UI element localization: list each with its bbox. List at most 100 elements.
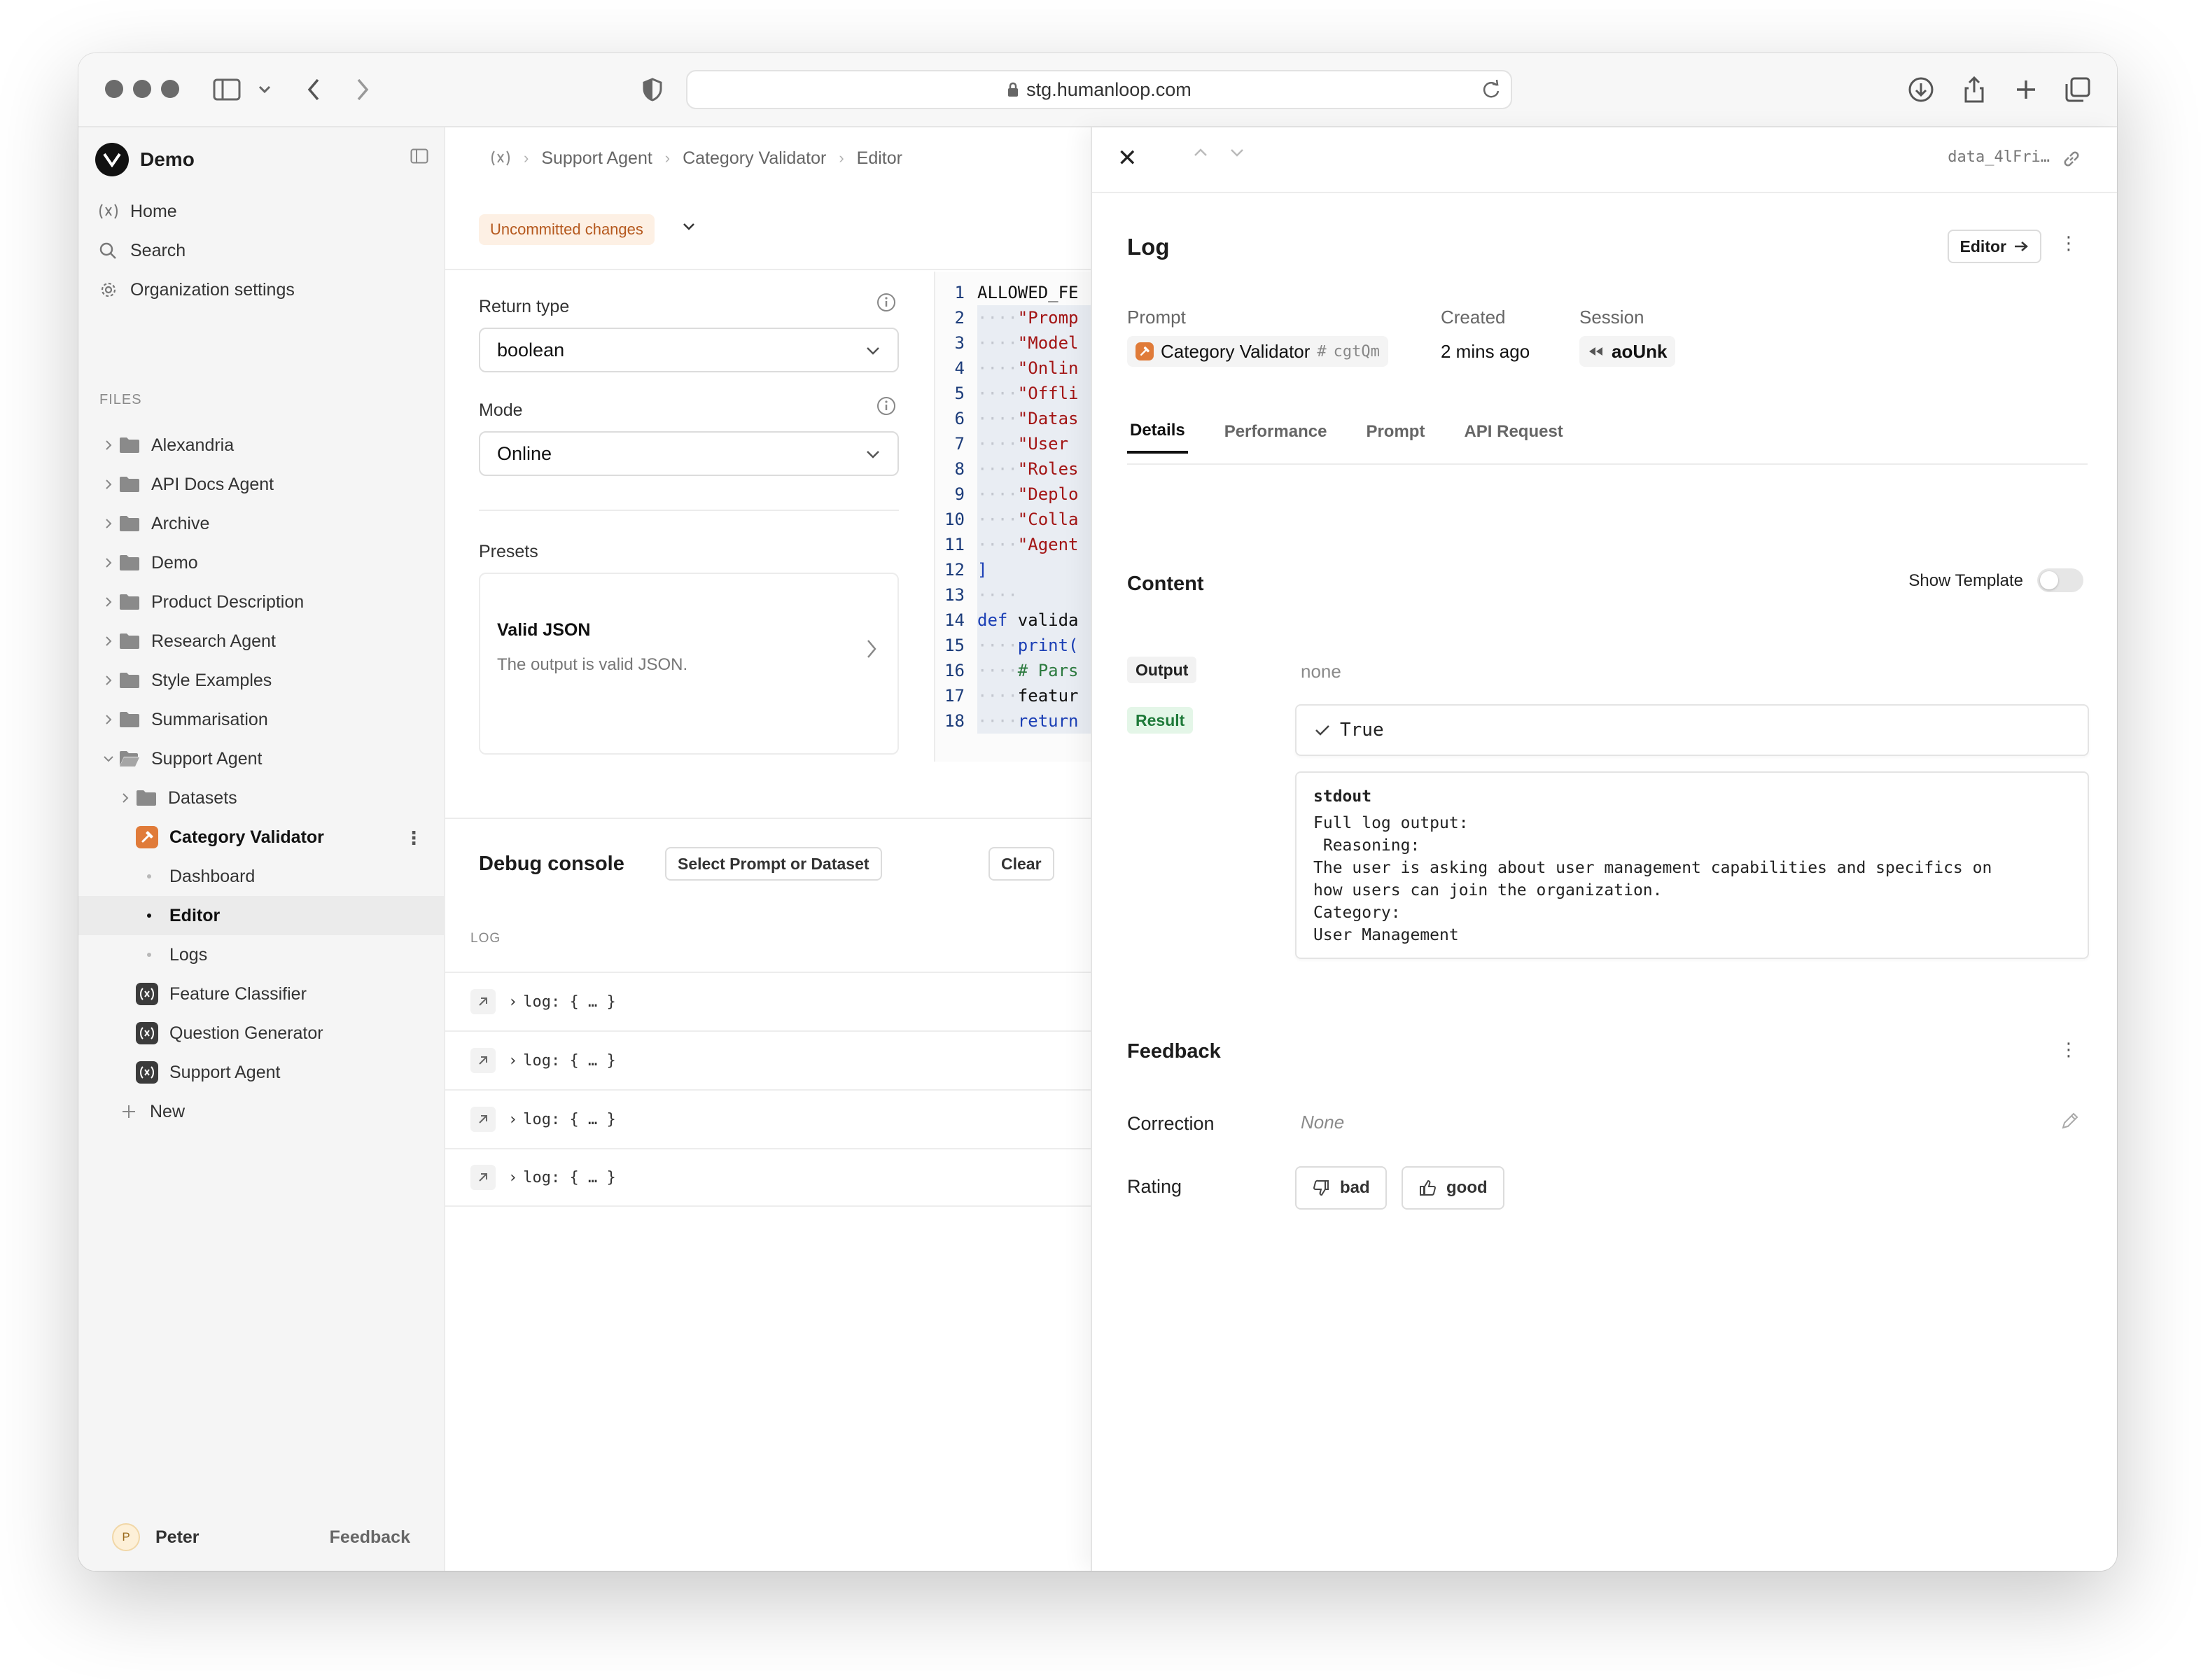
code-line[interactable]: 10 ···· "Colla xyxy=(935,507,1099,532)
tree-folder-research-agent[interactable]: Research Agent xyxy=(78,622,444,661)
uncommitted-changes-badge[interactable]: Uncommitted changes xyxy=(479,214,655,245)
chevron-right-icon[interactable] xyxy=(98,440,119,451)
tree-folder-api-docs-agent[interactable]: API Docs Agent xyxy=(78,465,444,504)
chevron-right-icon[interactable] xyxy=(98,714,119,725)
reload-icon[interactable] xyxy=(1481,78,1501,104)
feedback-link[interactable]: Feedback xyxy=(330,1527,410,1548)
chevron-right-icon[interactable]: › xyxy=(508,1111,517,1128)
address-bar[interactable]: stg.humanloop.com xyxy=(686,70,1512,109)
chevron-right-icon[interactable] xyxy=(98,518,119,529)
back-icon[interactable] xyxy=(298,74,329,105)
log-row[interactable]: › log: { … } xyxy=(445,1030,1099,1089)
tree-item-support-agent[interactable]: Support Agent xyxy=(78,1053,444,1092)
prompt-chip[interactable]: Category Validator # cgtQm xyxy=(1127,336,1388,367)
nav-search[interactable]: Search xyxy=(98,234,186,267)
expand-icon[interactable] xyxy=(470,1107,496,1132)
code-line[interactable]: 12] xyxy=(935,557,1099,582)
chevron-right-icon[interactable] xyxy=(98,636,119,647)
chevron-right-icon[interactable] xyxy=(98,675,119,686)
chevron-right-icon[interactable] xyxy=(98,479,119,490)
sidebar-toggle-icon[interactable] xyxy=(211,74,242,105)
chevron-down-icon[interactable] xyxy=(680,218,697,239)
tree-folder-archive[interactable]: Archive xyxy=(78,504,444,543)
code-line[interactable]: 14 def valida xyxy=(935,608,1099,633)
chevron-right-icon[interactable] xyxy=(115,792,136,804)
info-icon[interactable] xyxy=(876,293,896,316)
log-id[interactable]: data_4lFri… xyxy=(1948,148,2050,166)
zoom-window-button[interactable] xyxy=(161,80,179,98)
forward-icon[interactable] xyxy=(347,74,378,105)
chevron-up-icon[interactable] xyxy=(1193,147,1208,162)
chevron-right-icon[interactable]: › xyxy=(508,1052,517,1070)
chevron-right-icon[interactable] xyxy=(98,557,119,568)
code-line[interactable]: 16 ···· # Pars xyxy=(935,658,1099,683)
tree-item-logs[interactable]: Logs xyxy=(78,935,444,974)
more-vertical-icon[interactable]: ⋮ xyxy=(2060,232,2078,254)
tree-folder-summarisation[interactable]: Summarisation xyxy=(78,700,444,739)
tree-item-editor[interactable]: Editor xyxy=(78,896,444,935)
shield-icon[interactable] xyxy=(637,74,668,105)
log-row[interactable]: › log: { … } xyxy=(445,1089,1099,1148)
share-icon[interactable] xyxy=(1959,74,1990,105)
code-line[interactable]: 17 ···· featur xyxy=(935,683,1099,708)
close-window-button[interactable] xyxy=(105,80,123,98)
tab-prompt[interactable]: Prompt xyxy=(1363,410,1427,454)
chevron-down-icon[interactable] xyxy=(98,755,119,763)
avatar[interactable]: P xyxy=(112,1523,140,1551)
code-line[interactable]: 6 ···· "Datas xyxy=(935,406,1099,431)
tree-item-dashboard[interactable]: Dashboard xyxy=(78,857,444,896)
expand-icon[interactable] xyxy=(470,1048,496,1073)
tree-folder-datasets[interactable]: Datasets xyxy=(78,778,444,818)
code-line[interactable]: 1 ALLOWED_FE xyxy=(935,280,1099,305)
tree-item-category-validator[interactable]: Category Validator ⋮ xyxy=(78,818,444,857)
tree-folder-support-agent[interactable]: Support Agent xyxy=(78,739,444,778)
code-line[interactable]: 3 ···· "Model xyxy=(935,330,1099,356)
tab-api-request[interactable]: API Request xyxy=(1461,410,1565,454)
tree-item-feature-classifier[interactable]: Feature Classifier xyxy=(78,974,444,1014)
breadcrumb-editor[interactable]: Editor xyxy=(857,148,902,169)
session-chip[interactable]: aoUnk xyxy=(1579,336,1676,367)
minimize-window-button[interactable] xyxy=(133,80,151,98)
more-vertical-icon[interactable]: ⋮ xyxy=(405,827,423,849)
code-line[interactable]: 5 ···· "Offli xyxy=(935,381,1099,406)
log-row[interactable]: › log: { … } xyxy=(445,1148,1099,1207)
nav-organization-settings[interactable]: Organization settings xyxy=(98,273,295,307)
show-template-toggle[interactable] xyxy=(2037,568,2083,592)
code-line[interactable]: 8 ···· "Roles xyxy=(935,456,1099,482)
expand-icon[interactable] xyxy=(470,989,496,1014)
more-vertical-icon[interactable]: ⋮ xyxy=(2060,1039,2078,1060)
tab-performance[interactable]: Performance xyxy=(1222,410,1330,454)
function-icon[interactable] xyxy=(490,149,511,167)
chevron-right-icon[interactable] xyxy=(98,596,119,608)
user-name[interactable]: Peter xyxy=(155,1527,200,1548)
download-icon[interactable] xyxy=(1906,74,1936,105)
code-line[interactable]: 2 ···· "Promp xyxy=(935,305,1099,330)
chevron-right-icon[interactable]: › xyxy=(508,993,517,1011)
org-switcher[interactable]: Demo xyxy=(95,141,431,178)
info-icon[interactable] xyxy=(876,396,896,419)
rating-bad-button[interactable]: bad xyxy=(1295,1166,1387,1210)
code-line[interactable]: 11 ···· "Agent xyxy=(935,532,1099,557)
select-prompt-or-dataset-button[interactable]: Select Prompt or Dataset xyxy=(665,847,882,881)
preset-card-valid-json[interactable]: Valid JSON The output is valid JSON. xyxy=(479,573,899,755)
open-editor-button[interactable]: Editor xyxy=(1947,230,2041,263)
collapse-sidebar-icon[interactable] xyxy=(410,148,428,167)
clear-button[interactable]: Clear xyxy=(988,847,1054,881)
chevron-down-icon[interactable] xyxy=(249,74,280,105)
code-line[interactable]: 7 ···· "User xyxy=(935,431,1099,456)
close-icon[interactable]: ✕ xyxy=(1117,144,1138,172)
tree-folder-style-examples[interactable]: Style Examples xyxy=(78,661,444,700)
code-line[interactable]: 13 ···· xyxy=(935,582,1099,608)
tab-details[interactable]: Details xyxy=(1127,410,1188,454)
link-icon[interactable] xyxy=(2061,148,2082,173)
tree-folder-alexandria[interactable]: Alexandria xyxy=(78,426,444,465)
tree-item-question-generator[interactable]: Question Generator xyxy=(78,1014,444,1053)
nav-home[interactable]: Home xyxy=(98,195,177,228)
tree-folder-demo[interactable]: Demo xyxy=(78,543,444,582)
chevron-down-icon[interactable] xyxy=(1229,147,1245,162)
tab-overview-icon[interactable] xyxy=(2062,74,2093,105)
expand-icon[interactable] xyxy=(470,1165,496,1190)
rating-good-button[interactable]: good xyxy=(1402,1166,1504,1210)
code-line[interactable]: 18 ···· return xyxy=(935,708,1099,734)
new-tab-icon[interactable] xyxy=(2011,74,2041,105)
